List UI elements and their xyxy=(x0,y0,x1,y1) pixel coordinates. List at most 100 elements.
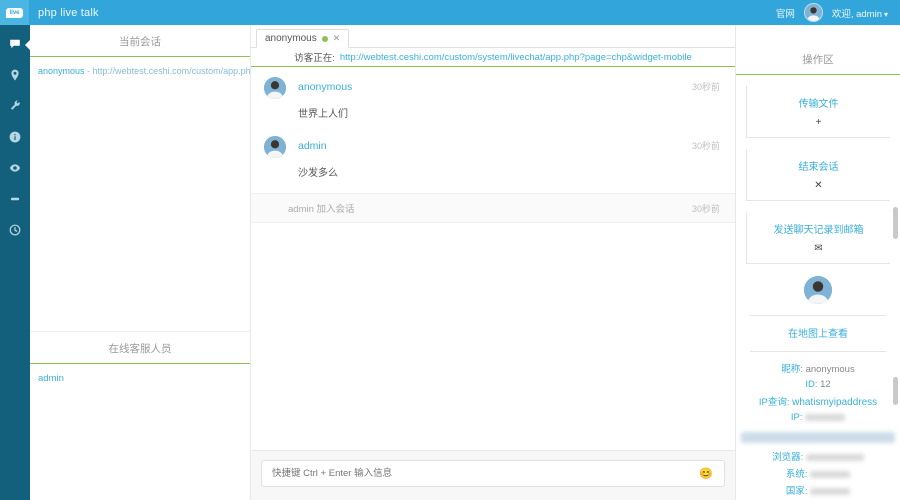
scrollbar-thumb[interactable] xyxy=(893,207,898,239)
visitor-id: ID: 12 xyxy=(736,379,900,390)
close-icon[interactable]: ✕ xyxy=(333,33,341,44)
message-time: 30秒前 xyxy=(691,141,720,151)
sidebar-item-monitor[interactable] xyxy=(0,154,30,185)
left-panel: 当前会话 anonymous - http://webtest.ceshi.co… xyxy=(30,25,251,500)
detail-label: 浏览器: xyxy=(772,452,804,463)
divider xyxy=(750,351,886,352)
visitor-ip-query: IP查询: whatismyipaddress xyxy=(736,394,900,408)
chat-tab-bar: anonymous ✕ xyxy=(251,25,735,48)
message-input[interactable] xyxy=(261,460,725,487)
user-avatar[interactable] xyxy=(803,3,823,22)
sidebar-item-visitors[interactable] xyxy=(0,61,30,92)
wrench-icon xyxy=(9,99,21,117)
message-text: 沙发多么 xyxy=(298,168,338,179)
redacted-value xyxy=(810,487,851,495)
visitor-ip: IP: xyxy=(736,412,900,423)
redacted-value xyxy=(810,470,851,478)
sidebar-item-offline[interactable] xyxy=(0,185,30,216)
message-list[interactable]: anonymous 世界上人们 30秒前 admin 沙发多么 30秒前 adm… xyxy=(251,67,735,450)
redacted-value xyxy=(805,413,846,421)
message-time: 30秒前 xyxy=(691,82,720,92)
chat-message: admin 沙发多么 30秒前 xyxy=(251,126,735,185)
detail-row: 国家: xyxy=(736,483,900,497)
transfer-file-link[interactable]: 传输文件 xyxy=(747,95,890,110)
redacted-value xyxy=(805,453,864,461)
id-value: 12 xyxy=(820,379,831,390)
action-email-transcript: 发送聊天记录到邮箱 ✉ xyxy=(746,212,890,264)
visitor-info: 在地图上查看 昵称: anonymous ID: 12 IP查询: whatis… xyxy=(736,276,900,500)
plus-icon[interactable]: + xyxy=(747,117,890,128)
comment-icon xyxy=(9,37,21,55)
welcome-user-menu[interactable]: 欢迎, admin ▾ xyxy=(832,6,888,20)
online-status-dot xyxy=(321,35,328,42)
session-visitor-url: - http://webtest.ceshi.com/custom/app.ph… xyxy=(87,66,250,76)
end-session-link[interactable]: 结束会话 xyxy=(747,158,890,173)
envelope-icon[interactable]: ✉ xyxy=(747,243,890,254)
divider xyxy=(750,315,886,316)
nick-label: 昵称: xyxy=(781,364,803,375)
action-end-session: 结束会话 ✕ xyxy=(746,149,890,201)
message-input-bar: 😊 xyxy=(251,450,735,500)
nick-value: anonymous xyxy=(805,364,855,375)
agents-card: 在线客服人员 admin xyxy=(30,332,250,500)
visitor-avatar xyxy=(804,276,832,304)
sidebar-item-settings[interactable] xyxy=(0,92,30,123)
view-on-map-link[interactable]: 在地图上查看 xyxy=(788,329,848,340)
ip-label: IP: xyxy=(790,412,803,423)
app-window: live php live talk 官网 欢迎, admin ▾ 当前会话 a… xyxy=(0,0,900,500)
chat-message: anonymous 世界上人们 30秒前 xyxy=(251,67,735,126)
visitor-url-bar: 访客正在: http://webtest.ceshi.com/custom/sy… xyxy=(251,48,735,67)
message-avatar xyxy=(264,136,286,158)
official-site-link[interactable]: 官网 xyxy=(776,6,795,20)
email-transcript-link[interactable]: 发送聊天记录到邮箱 xyxy=(747,221,890,236)
topbar-right: 官网 欢迎, admin ▾ xyxy=(776,3,900,22)
system-message-time: 30秒前 xyxy=(691,204,720,214)
sidebar-item-chats[interactable] xyxy=(0,30,30,61)
app-title: php live talk xyxy=(38,6,99,19)
system-message: admin 加入会话 30秒前 xyxy=(251,193,735,223)
visitor-url-label: 访客正在: xyxy=(294,53,335,64)
session-visitor-name: anonymous xyxy=(38,66,85,76)
agents-title: 在线客服人员 xyxy=(30,332,250,364)
speech-bubble-icon: live xyxy=(6,7,23,18)
actions-title: 操作区 xyxy=(736,43,900,75)
app-logo[interactable]: live xyxy=(0,0,29,25)
welcome-label: 欢迎, admin xyxy=(831,8,882,20)
close-icon[interactable]: ✕ xyxy=(747,180,890,191)
sessions-title: 当前会话 xyxy=(30,25,250,57)
id-label: ID: xyxy=(805,379,818,390)
history-icon xyxy=(9,223,21,241)
right-panel: 操作区 传输文件 + 结束会话 ✕ 发送聊天记录到邮箱 ✉ 在地图上查看 昵称:… xyxy=(736,25,900,500)
detail-row: 系统: xyxy=(736,466,900,480)
chat-panel: anonymous ✕ 访客正在: http://webtest.ceshi.c… xyxy=(251,25,736,500)
topbar: live php live talk 官网 欢迎, admin ▾ xyxy=(0,0,900,25)
visitor-url-link[interactable]: http://webtest.ceshi.com/custom/system/l… xyxy=(340,52,692,63)
active-notch xyxy=(25,40,30,50)
ip-query-label: IP查询: xyxy=(758,397,790,408)
session-list-item[interactable]: anonymous - http://webtest.ceshi.com/cus… xyxy=(30,57,250,85)
eye-icon xyxy=(9,161,21,179)
tab-label: anonymous xyxy=(265,33,317,44)
agent-list-item[interactable]: admin xyxy=(30,364,250,393)
message-avatar xyxy=(264,77,286,99)
detail-label: 系统: xyxy=(785,469,808,480)
message-author[interactable]: anonymous xyxy=(298,81,352,93)
icon-sidebar xyxy=(0,25,30,500)
detail-label: 国家: xyxy=(785,486,808,497)
minus-icon xyxy=(9,192,21,210)
sidebar-item-about[interactable] xyxy=(0,123,30,154)
emoji-icon[interactable]: 😊 xyxy=(699,468,713,480)
main-area: 当前会话 anonymous - http://webtest.ceshi.co… xyxy=(0,25,900,500)
chevron-down-icon: ▾ xyxy=(883,9,888,19)
ip-query-link[interactable]: whatismyipaddress xyxy=(792,397,877,408)
tab-anonymous[interactable]: anonymous ✕ xyxy=(256,29,350,48)
scrollbar-thumb[interactable] xyxy=(893,377,898,405)
action-transfer-file: 传输文件 + xyxy=(746,86,890,138)
visitor-nick: 昵称: anonymous xyxy=(736,361,900,375)
system-message-text: admin 加入会话 xyxy=(288,204,355,215)
message-author[interactable]: admin xyxy=(298,140,327,152)
message-text: 世界上人们 xyxy=(298,109,348,120)
info-icon xyxy=(9,130,21,148)
sidebar-item-history[interactable] xyxy=(0,216,30,247)
detail-row: 浏览器: xyxy=(736,449,900,463)
